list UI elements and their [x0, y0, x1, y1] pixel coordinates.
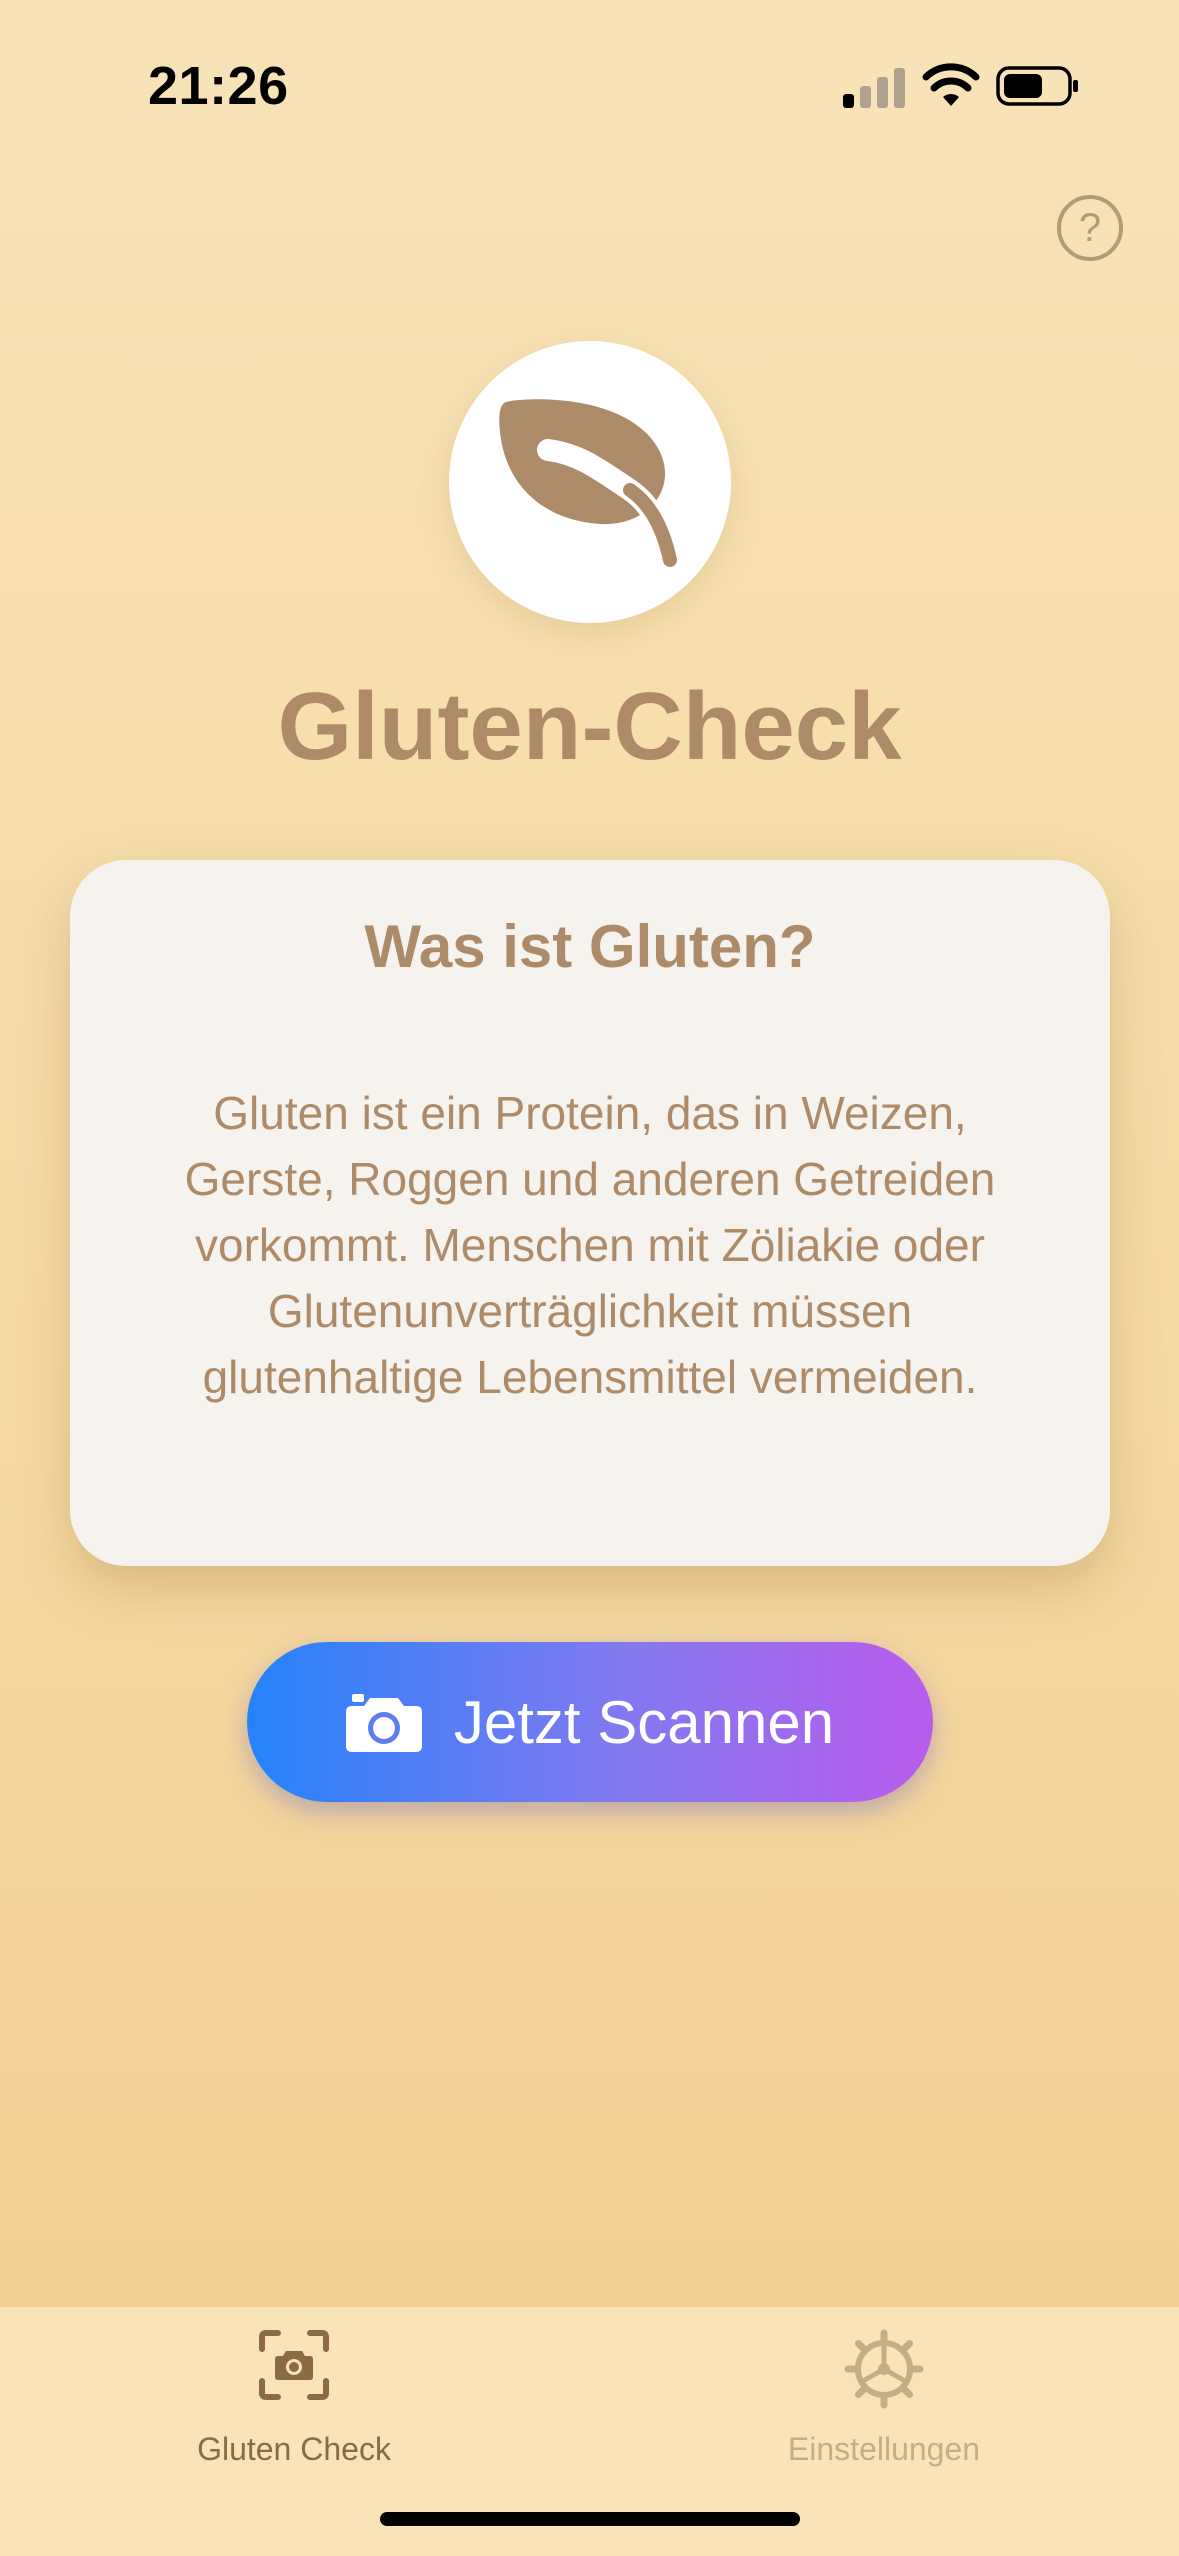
app-logo [449, 341, 731, 623]
app-title: Gluten-Check [277, 673, 902, 780]
home-indicator [380, 2512, 800, 2526]
status-time: 21:26 [148, 56, 289, 116]
card-heading: Was ist Gluten? [364, 913, 816, 980]
tab-label-gluten-check: Gluten Check [197, 2431, 391, 2467]
gear-icon [844, 2329, 924, 2409]
tab-gluten-check[interactable]: Gluten Check [94, 2307, 494, 2487]
card-body-text: Gluten ist ein Protein, das in Weizen, G… [184, 1087, 996, 1403]
leaf-icon [499, 399, 681, 571]
scan-now-button[interactable]: Jetzt Scannen [247, 1642, 933, 1802]
scan-button-label: Jetzt Scannen [453, 1688, 835, 1756]
help-button[interactable]: ? [1057, 195, 1123, 261]
status-bar: 21:26 [0, 0, 1179, 175]
info-card: Was ist Gluten? Gluten ist ein Protein, … [70, 860, 1110, 1566]
wifi-icon [922, 63, 980, 106]
tab-einstellungen[interactable]: Einstellungen [684, 2307, 1084, 2487]
cellular-signal-icon [843, 66, 907, 108]
camera-icon [345, 1694, 422, 1752]
camera-scan-icon [259, 2330, 329, 2400]
battery-icon [996, 66, 1078, 106]
tab-label-einstellungen: Einstellungen [787, 2431, 981, 2467]
question-circle-icon: ? [1078, 205, 1102, 250]
